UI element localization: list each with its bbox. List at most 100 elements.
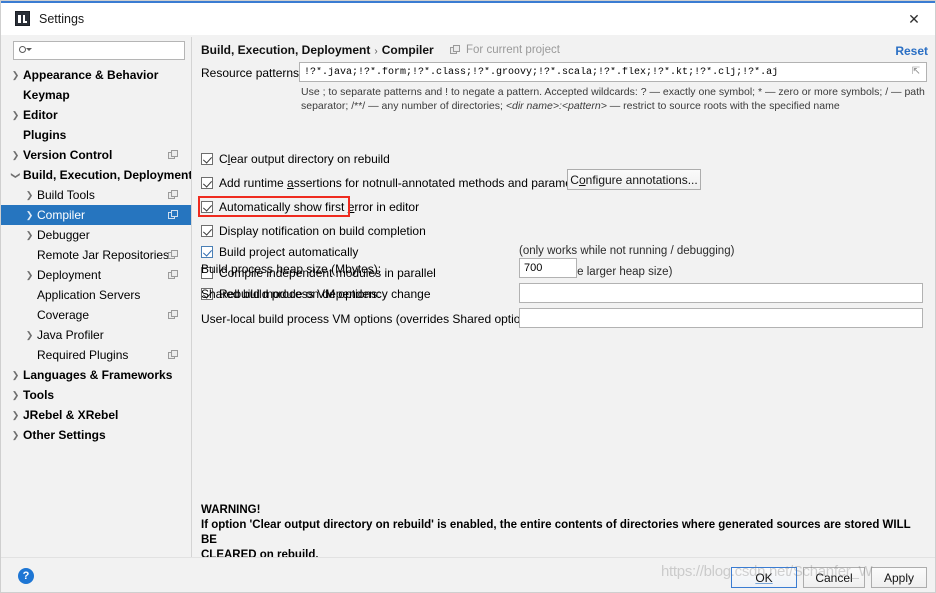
- hint-line-1: Use ; to separate patterns and ! to nega…: [301, 86, 925, 98]
- sidebar-item-compiler[interactable]: ❯ Compiler: [1, 205, 191, 225]
- project-scope-icon: [168, 309, 179, 321]
- breadcrumb: Build, Execution, Deployment › Compiler: [201, 43, 434, 57]
- chevron-right-icon[interactable]: ❯: [23, 190, 36, 200]
- checkbox-indicator[interactable]: [201, 153, 213, 165]
- apply-button[interactable]: Apply: [871, 567, 927, 588]
- chevron-right-icon[interactable]: ❯: [9, 390, 22, 400]
- sidebar-item-other-settings[interactable]: ❯ Other Settings: [1, 425, 191, 445]
- sidebar-item-build-tools[interactable]: ❯ Build Tools: [1, 185, 191, 205]
- sidebar-item-plugins[interactable]: Plugins: [1, 125, 191, 145]
- project-scope-icon: [450, 44, 461, 56]
- sidebar-item-tools[interactable]: ❯ Tools: [1, 385, 191, 405]
- intellij-idea-icon: [15, 11, 30, 26]
- warning-line-1: If option 'Clear output directory on reb…: [201, 519, 911, 546]
- sidebar-item-deployment[interactable]: ❯ Deployment: [1, 265, 191, 285]
- project-scope-icon: [168, 349, 179, 361]
- checkbox-label: Add runtime assertions for notnull-annot…: [219, 176, 592, 190]
- search-input[interactable]: [32, 44, 172, 57]
- chevron-right-icon[interactable]: ❯: [23, 270, 36, 280]
- warning-title: WARNING!: [201, 504, 261, 516]
- checkbox-display-notification-on-build[interactable]: Display notification on build completion: [201, 221, 426, 241]
- sidebar-item-build-execution-deployment[interactable]: ❯ Build, Execution, Deployment: [1, 165, 191, 185]
- heap-size-input[interactable]: [519, 258, 577, 278]
- resource-patterns-input[interactable]: [299, 62, 927, 82]
- project-scope-icon: [168, 209, 179, 221]
- sidebar-item-label: Editor: [23, 108, 58, 122]
- sidebar-item-label: Deployment: [37, 268, 102, 282]
- sidebar-item-jrebel-xrebel[interactable]: ❯ JRebel & XRebel: [1, 405, 191, 425]
- chevron-right-icon[interactable]: ❯: [23, 210, 36, 220]
- sidebar-item-appearance-behavior[interactable]: ❯ Appearance & Behavior: [1, 65, 191, 85]
- cancel-button-label: Cancel: [815, 570, 853, 585]
- apply-button-label: Apply: [883, 570, 915, 585]
- chevron-right-icon[interactable]: ❯: [9, 70, 22, 80]
- sidebar-item-coverage[interactable]: Coverage: [1, 305, 191, 325]
- chevron-right-icon[interactable]: ❯: [9, 430, 22, 440]
- chevron-right-icon[interactable]: ❯: [9, 410, 22, 420]
- ok-button[interactable]: OK: [731, 567, 797, 588]
- sidebar-item-label: Languages & Frameworks: [23, 368, 173, 382]
- sidebar-item-editor[interactable]: ❯ Editor: [1, 105, 191, 125]
- sidebar-item-version-control[interactable]: ❯ Version Control: [1, 145, 191, 165]
- sidebar-item-remote-jar-repositories[interactable]: Remote Jar Repositories: [1, 245, 191, 265]
- cancel-button[interactable]: Cancel: [803, 567, 865, 588]
- chevron-right-icon[interactable]: ❯: [9, 370, 22, 380]
- sidebar-item-label: Tools: [23, 388, 55, 402]
- ok-button-label: OK: [755, 570, 773, 585]
- sidebar-item-label: Required Plugins: [37, 348, 129, 362]
- sidebar-item-label: Build Tools: [37, 188, 95, 202]
- checkbox-clear-output-directory-on[interactable]: Clear output directory on rebuild: [201, 149, 390, 169]
- hint-line-2-emphasis: <dir name>:<pattern>: [505, 100, 607, 112]
- sidebar-item-label: Version Control: [23, 148, 113, 162]
- title-bar-left: Settings: [15, 11, 84, 26]
- checkbox-build-project-automatically[interactable]: Build project automatically: [201, 242, 358, 262]
- sidebar-item-application-servers[interactable]: Application Servers: [1, 285, 191, 305]
- project-scope-icon: [168, 149, 179, 161]
- sidebar-item-label: Appearance & Behavior: [23, 68, 159, 82]
- chevron-right-icon[interactable]: ❯: [23, 330, 36, 340]
- chevron-right-icon[interactable]: ❯: [9, 150, 22, 160]
- shared-vm-options-input[interactable]: [519, 283, 923, 303]
- checkbox-indicator[interactable]: [201, 225, 213, 237]
- checkbox-automatically-show-first-error[interactable]: Automatically show first error in editor: [201, 197, 419, 217]
- checkbox-indicator[interactable]: [201, 201, 213, 213]
- warning-text: WARNING! If option 'Clear output directo…: [201, 503, 921, 563]
- checkbox-label: Clear output directory on rebuild: [219, 152, 390, 166]
- project-scope-icon: [168, 249, 179, 261]
- checkbox-add-runtime-assertions-for[interactable]: Add runtime assertions for notnull-annot…: [201, 173, 592, 193]
- checkbox-label: Build project automatically: [219, 245, 359, 259]
- sidebar-item-label: Debugger: [37, 228, 90, 242]
- help-icon[interactable]: ?: [18, 568, 34, 584]
- sidebar-item-debugger[interactable]: ❯ Debugger: [1, 225, 191, 245]
- chevron-down-icon[interactable]: ❯: [11, 169, 21, 182]
- sidebar-item-label: Application Servers: [37, 288, 141, 302]
- sidebar-item-languages-frameworks[interactable]: ❯ Languages & Frameworks: [1, 365, 191, 385]
- checkbox-label: Automatically show first error in editor: [219, 200, 420, 214]
- settings-dialog: Settings ✕ ❯ Appearance & Behavior Keymap ❯…: [0, 0, 936, 593]
- configure-annotations-button[interactable]: Configure annotations...: [567, 169, 701, 190]
- sidebar-item-label: Other Settings: [23, 428, 106, 442]
- reset-link[interactable]: Reset: [895, 44, 928, 58]
- resource-patterns-hint: Use ; to separate patterns and ! to nega…: [301, 85, 931, 113]
- userlocal-vm-options-input[interactable]: [519, 308, 923, 328]
- sidebar-item-keymap[interactable]: Keymap: [1, 85, 191, 105]
- settings-tree[interactable]: ❯ Appearance & Behavior Keymap ❯ Editor Plugi…: [1, 65, 191, 557]
- expand-editor-icon[interactable]: ⇱: [910, 66, 922, 78]
- sidebar-item-java-profiler[interactable]: ❯ Java Profiler: [1, 325, 191, 345]
- chevron-right-icon: ›: [374, 46, 378, 57]
- chevron-right-icon[interactable]: ❯: [9, 110, 22, 120]
- settings-search-box[interactable]: [13, 41, 185, 60]
- userlocal-vm-options-label: User-local build process VM options (ove…: [201, 312, 541, 326]
- for-current-project-badge: For current project: [450, 44, 560, 56]
- sidebar-item-label: Plugins: [23, 128, 67, 142]
- sidebar-item-label: Keymap: [23, 88, 70, 102]
- checkbox-indicator[interactable]: [201, 246, 213, 258]
- sidebar-item-label: JRebel & XRebel: [23, 408, 119, 422]
- checkbox-label: Display notification on build completion: [219, 224, 426, 238]
- chevron-right-icon[interactable]: ❯: [23, 230, 36, 240]
- close-icon[interactable]: ✕: [891, 3, 935, 35]
- hint-line-2-suffix: — restrict to source roots with the spec…: [606, 100, 840, 112]
- breadcrumb-root[interactable]: Build, Execution, Deployment: [201, 43, 370, 57]
- sidebar-item-required-plugins[interactable]: Required Plugins: [1, 345, 191, 365]
- checkbox-indicator[interactable]: [201, 177, 213, 189]
